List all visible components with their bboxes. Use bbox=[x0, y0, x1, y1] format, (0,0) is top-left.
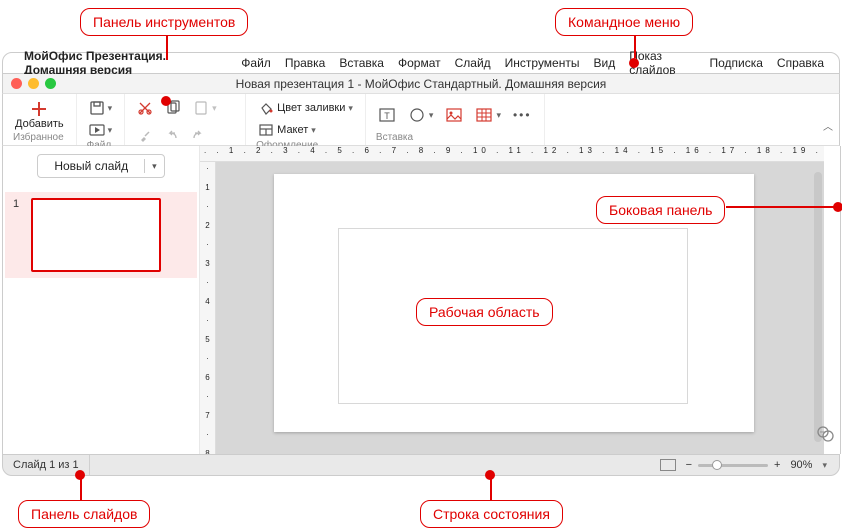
vertical-scrollbar[interactable] bbox=[814, 172, 822, 442]
image-icon bbox=[445, 106, 463, 124]
paint-bucket-icon bbox=[258, 100, 274, 116]
chevron-down-icon: ▾ bbox=[108, 125, 113, 136]
paste-button[interactable]: ▾ bbox=[191, 98, 219, 118]
play-button[interactable]: ▾ bbox=[87, 120, 115, 140]
redo-button[interactable] bbox=[189, 127, 207, 145]
menu-insert[interactable]: Вставка bbox=[332, 56, 391, 70]
save-button[interactable]: ▾ bbox=[87, 98, 115, 118]
svg-text:T: T bbox=[384, 111, 390, 121]
clipboard-icon bbox=[193, 100, 209, 116]
menu-view[interactable]: Вид bbox=[586, 56, 622, 70]
app-menu[interactable]: МойОфис Презентация. Домашняя версия bbox=[17, 49, 234, 77]
fit-to-window-button[interactable] bbox=[660, 459, 676, 471]
zoom-in-button[interactable]: + bbox=[774, 459, 780, 471]
chevron-down-icon: ▾ bbox=[108, 103, 113, 114]
ruler-horizontal: . . 1 . 2 . 3 . 4 . 5 . 6 . 7 . 8 . 9 . … bbox=[200, 146, 824, 162]
brush-icon bbox=[137, 128, 153, 144]
group-label-favorites: Избранное bbox=[13, 132, 66, 143]
slide-number: 1 bbox=[13, 198, 23, 272]
comments-button[interactable] bbox=[815, 424, 835, 444]
window-controls bbox=[11, 78, 56, 89]
menu-file[interactable]: Файл bbox=[234, 56, 278, 70]
undo-button[interactable] bbox=[163, 127, 181, 145]
zoom-slider[interactable]: − + bbox=[686, 459, 781, 471]
new-slide-button[interactable]: Новый слайд ▾ bbox=[37, 154, 164, 178]
annotation-side-panel: Боковая панель bbox=[596, 196, 725, 224]
table-button[interactable]: ▾ bbox=[473, 104, 503, 126]
shape-button[interactable]: ▾ bbox=[406, 104, 436, 126]
annotation-status-bar: Строка состояния bbox=[420, 500, 563, 528]
textbox-icon: T bbox=[378, 106, 396, 124]
group-label-insert: Вставка bbox=[376, 132, 534, 143]
system-menubar: МойОфис Презентация. Домашняя версия Фай… bbox=[2, 52, 840, 74]
toolbar-group-favorites: Добавить Избранное bbox=[3, 94, 77, 145]
ellipsis-icon: ••• bbox=[513, 108, 532, 122]
table-icon bbox=[475, 106, 493, 124]
menu-tools[interactable]: Инструменты bbox=[498, 56, 587, 70]
window-maximize-button[interactable] bbox=[45, 78, 56, 89]
layout-button[interactable]: Макет ▾ bbox=[256, 120, 355, 140]
menu-edit[interactable]: Правка bbox=[278, 56, 333, 70]
annotation-command-menu: Командное меню bbox=[555, 8, 693, 36]
slide-thumbnail-row[interactable]: 1 bbox=[5, 192, 197, 278]
menu-format[interactable]: Формат bbox=[391, 56, 448, 70]
redo-icon bbox=[191, 129, 205, 143]
scissors-icon bbox=[137, 100, 153, 116]
layout-icon bbox=[258, 122, 274, 138]
toolbar-group-design: Цвет заливки ▾ Макет ▾ Оформление bbox=[246, 94, 366, 145]
fill-color-button[interactable]: Цвет заливки ▾ bbox=[256, 98, 355, 118]
main-toolbar: Добавить Избранное ▾ ▾ Файл bbox=[2, 94, 840, 146]
annotation-slide-panel: Панель слайдов bbox=[18, 500, 150, 528]
layout-label: Макет bbox=[277, 124, 308, 136]
status-bar: Слайд 1 из 1 − + 90% ▾ bbox=[2, 454, 840, 476]
undo-icon bbox=[165, 129, 179, 143]
menu-slide[interactable]: Слайд bbox=[448, 56, 498, 70]
textbox-button[interactable]: T bbox=[376, 104, 398, 126]
toolbar-group-insert: T ▾ ▾ ••• Вставка bbox=[366, 94, 545, 145]
zoom-out-button[interactable]: − bbox=[686, 459, 692, 471]
window-titlebar: Новая презентация 1 - МойОфис Стандартны… bbox=[2, 74, 840, 94]
image-button[interactable] bbox=[443, 104, 465, 126]
new-slide-label: Новый слайд bbox=[38, 159, 145, 173]
annotation-work-area: Рабочая область bbox=[416, 298, 553, 326]
slide-thumbnail[interactable] bbox=[31, 198, 161, 272]
slide-panel: 1 bbox=[2, 186, 200, 454]
menu-subscription[interactable]: Подписка bbox=[702, 56, 769, 70]
annotation-toolbar: Панель инструментов bbox=[80, 8, 248, 36]
more-button[interactable]: ••• bbox=[511, 106, 534, 124]
window-close-button[interactable] bbox=[11, 78, 22, 89]
new-slide-dropdown[interactable]: ▾ bbox=[145, 161, 164, 172]
fill-color-label: Цвет заливки bbox=[277, 102, 345, 114]
cut-button[interactable] bbox=[135, 98, 155, 118]
document-title: Новая презентация 1 - МойОфис Стандартны… bbox=[236, 77, 607, 91]
chat-icon bbox=[815, 424, 835, 444]
add-button-label: Добавить bbox=[15, 118, 64, 130]
window-minimize-button[interactable] bbox=[28, 78, 39, 89]
ruler-vertical: ·1· 2·3 ·4· 5·6 ·7· 8· bbox=[200, 162, 216, 454]
shape-icon bbox=[408, 106, 426, 124]
zoom-slider-thumb[interactable] bbox=[712, 460, 722, 470]
zoom-slider-track[interactable] bbox=[698, 464, 768, 467]
menu-help[interactable]: Справка bbox=[770, 56, 831, 70]
format-painter-button[interactable] bbox=[135, 126, 155, 146]
toolbar-expand-icon[interactable]: ︿ bbox=[823, 118, 833, 133]
toolbar-group-edit: ▾ Правка bbox=[125, 94, 246, 145]
side-panel bbox=[810, 414, 840, 454]
add-button[interactable]: Добавить bbox=[13, 98, 66, 132]
new-slide-bar: Новый слайд ▾ bbox=[2, 146, 200, 186]
toolbar-group-file: ▾ ▾ Файл bbox=[77, 94, 126, 145]
chevron-down-icon[interactable]: ▾ bbox=[822, 460, 827, 471]
zoom-value[interactable]: 90% bbox=[790, 459, 812, 471]
